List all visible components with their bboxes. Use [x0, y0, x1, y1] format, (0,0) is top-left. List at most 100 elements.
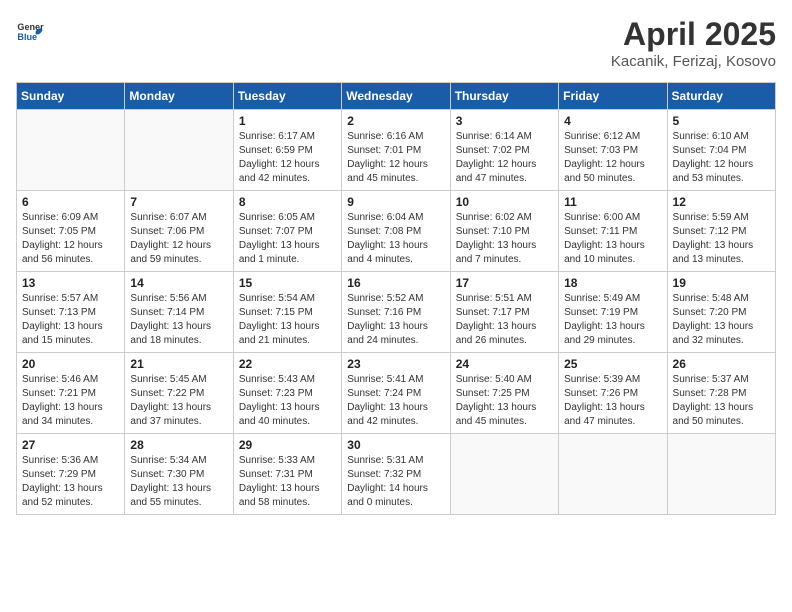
weekday-header-row: SundayMondayTuesdayWednesdayThursdayFrid…: [17, 83, 776, 110]
day-cell-20: 20Sunrise: 5:46 AM Sunset: 7:21 PM Dayli…: [17, 353, 125, 434]
day-info: Sunrise: 5:52 AM Sunset: 7:16 PM Dayligh…: [347, 292, 444, 348]
day-number: 26: [673, 357, 770, 371]
day-cell-1: 1 Sunrise: 6:17 AM Sunset: 6:59 PM Daylig…: [233, 110, 341, 191]
day-info: Sunrise: 5:45 AM Sunset: 7:22 PM Dayligh…: [130, 373, 227, 429]
week-row-4: 27 Sunrise: 5:36 AM Sunset: 7:29 PM Dayli…: [17, 434, 776, 515]
day-info: Sunrise: 5:57 AM Sunset: 7:13 PM Dayligh…: [22, 292, 119, 348]
day-number: 4: [564, 114, 661, 128]
day-cell-4: 4 Sunrise: 6:12 AM Sunset: 7:03 PM Daylig…: [559, 110, 667, 191]
day-number: 22: [239, 357, 336, 371]
day-info: Sunrise: 6:07 AM Sunset: 7:06 PM Dayligh…: [130, 211, 227, 267]
day-cell-16: 16 Sunrise: 5:52 AM Sunset: 7:16 PM Dayli…: [342, 272, 450, 353]
calendar-table: SundayMondayTuesdayWednesdayThursdayFrid…: [16, 82, 776, 515]
empty-cell: [17, 110, 125, 191]
day-number: 18: [564, 276, 661, 290]
day-number: 7: [130, 195, 227, 209]
title-location: Kacanik, Ferizaj, Kosovo: [611, 53, 776, 70]
day-info: Sunrise: 5:59 AM Sunset: 7:12 PM Dayligh…: [673, 211, 770, 267]
day-info: Sunrise: 5:49 AM Sunset: 7:19 PM Dayligh…: [564, 292, 661, 348]
day-info: Sunrise: 6:05 AM Sunset: 7:07 PM Dayligh…: [239, 211, 336, 267]
day-info: Sunrise: 5:37 AM Sunset: 7:28 PM Dayligh…: [673, 373, 770, 429]
day-info: Sunrise: 5:54 AM Sunset: 7:15 PM Dayligh…: [239, 292, 336, 348]
day-number: 14: [130, 276, 227, 290]
day-info: Sunrise: 6:00 AM Sunset: 7:11 PM Dayligh…: [564, 211, 661, 267]
day-number: 30: [347, 438, 444, 452]
day-number: 24: [456, 357, 553, 371]
day-number: 21: [130, 357, 227, 371]
title-block: April 2025 Kacanik, Ferizaj, Kosovo: [611, 16, 776, 70]
day-number: 16: [347, 276, 444, 290]
day-cell-7: 7 Sunrise: 6:07 AM Sunset: 7:06 PM Daylig…: [125, 191, 233, 272]
day-number: 5: [673, 114, 770, 128]
day-cell-8: 8 Sunrise: 6:05 AM Sunset: 7:07 PM Daylig…: [233, 191, 341, 272]
day-number: 10: [456, 195, 553, 209]
day-info: Sunrise: 5:31 AM Sunset: 7:32 PM Dayligh…: [347, 454, 444, 510]
weekday-header-saturday: Saturday: [667, 83, 775, 110]
day-cell-22: 22Sunrise: 5:43 AM Sunset: 7:23 PM Dayli…: [233, 353, 341, 434]
weekday-header-tuesday: Tuesday: [233, 83, 341, 110]
week-row-2: 13 Sunrise: 5:57 AM Sunset: 7:13 PM Dayli…: [17, 272, 776, 353]
day-number: 13: [22, 276, 119, 290]
day-cell-15: 15 Sunrise: 5:54 AM Sunset: 7:15 PM Dayli…: [233, 272, 341, 353]
day-number: 1: [239, 114, 336, 128]
day-cell-12: 12 Sunrise: 5:59 AM Sunset: 7:12 PM Dayli…: [667, 191, 775, 272]
empty-cell: [559, 434, 667, 515]
day-number: 29: [239, 438, 336, 452]
empty-cell: [125, 110, 233, 191]
day-info: Sunrise: 6:14 AM Sunset: 7:02 PM Dayligh…: [456, 130, 553, 186]
day-cell-9: 9Sunrise: 6:04 AM Sunset: 7:08 PM Daylig…: [342, 191, 450, 272]
day-info: Sunrise: 6:16 AM Sunset: 7:01 PM Dayligh…: [347, 130, 444, 186]
day-cell-26: 26 Sunrise: 5:37 AM Sunset: 7:28 PM Dayli…: [667, 353, 775, 434]
day-cell-28: 28Sunrise: 5:34 AM Sunset: 7:30 PM Dayli…: [125, 434, 233, 515]
day-number: 23: [347, 357, 444, 371]
day-info: Sunrise: 5:33 AM Sunset: 7:31 PM Dayligh…: [239, 454, 336, 510]
day-info: Sunrise: 6:12 AM Sunset: 7:03 PM Dayligh…: [564, 130, 661, 186]
day-number: 3: [456, 114, 553, 128]
day-cell-18: 18 Sunrise: 5:49 AM Sunset: 7:19 PM Dayli…: [559, 272, 667, 353]
day-cell-21: 21 Sunrise: 5:45 AM Sunset: 7:22 PM Dayli…: [125, 353, 233, 434]
day-number: 2: [347, 114, 444, 128]
day-info: Sunrise: 5:39 AM Sunset: 7:26 PM Dayligh…: [564, 373, 661, 429]
day-cell-5: 5 Sunrise: 6:10 AM Sunset: 7:04 PM Daylig…: [667, 110, 775, 191]
svg-text:Blue: Blue: [17, 32, 37, 42]
day-number: 25: [564, 357, 661, 371]
day-cell-2: 2 Sunrise: 6:16 AM Sunset: 7:01 PM Daylig…: [342, 110, 450, 191]
day-number: 17: [456, 276, 553, 290]
day-info: Sunrise: 5:48 AM Sunset: 7:20 PM Dayligh…: [673, 292, 770, 348]
empty-cell: [450, 434, 558, 515]
title-month: April 2025: [611, 16, 776, 53]
day-number: 6: [22, 195, 119, 209]
day-info: Sunrise: 5:56 AM Sunset: 7:14 PM Dayligh…: [130, 292, 227, 348]
day-cell-19: 19 Sunrise: 5:48 AM Sunset: 7:20 PM Dayli…: [667, 272, 775, 353]
logo: General Blue: [16, 16, 44, 44]
day-cell-14: 14 Sunrise: 5:56 AM Sunset: 7:14 PM Dayli…: [125, 272, 233, 353]
weekday-header-thursday: Thursday: [450, 83, 558, 110]
day-info: Sunrise: 6:17 AM Sunset: 6:59 PM Dayligh…: [239, 130, 336, 186]
empty-cell: [667, 434, 775, 515]
day-cell-25: 25 Sunrise: 5:39 AM Sunset: 7:26 PM Dayli…: [559, 353, 667, 434]
page-header: General Blue April 2025 Kacanik, Ferizaj…: [16, 16, 776, 70]
day-number: 19: [673, 276, 770, 290]
day-info: Sunrise: 5:51 AM Sunset: 7:17 PM Dayligh…: [456, 292, 553, 348]
day-info: Sunrise: 6:04 AM Sunset: 7:08 PM Dayligh…: [347, 211, 444, 267]
day-cell-11: 11 Sunrise: 6:00 AM Sunset: 7:11 PM Dayli…: [559, 191, 667, 272]
weekday-header-sunday: Sunday: [17, 83, 125, 110]
day-cell-13: 13 Sunrise: 5:57 AM Sunset: 7:13 PM Dayli…: [17, 272, 125, 353]
day-number: 12: [673, 195, 770, 209]
day-info: Sunrise: 5:46 AM Sunset: 7:21 PM Dayligh…: [22, 373, 119, 429]
weekday-header-wednesday: Wednesday: [342, 83, 450, 110]
day-number: 28: [130, 438, 227, 452]
day-info: Sunrise: 6:02 AM Sunset: 7:10 PM Dayligh…: [456, 211, 553, 267]
day-number: 8: [239, 195, 336, 209]
day-info: Sunrise: 5:40 AM Sunset: 7:25 PM Dayligh…: [456, 373, 553, 429]
day-cell-6: 6Sunrise: 6:09 AM Sunset: 7:05 PM Daylig…: [17, 191, 125, 272]
day-cell-3: 3 Sunrise: 6:14 AM Sunset: 7:02 PM Daylig…: [450, 110, 558, 191]
day-number: 15: [239, 276, 336, 290]
day-info: Sunrise: 5:36 AM Sunset: 7:29 PM Dayligh…: [22, 454, 119, 510]
day-number: 11: [564, 195, 661, 209]
day-cell-30: 30 Sunrise: 5:31 AM Sunset: 7:32 PM Dayli…: [342, 434, 450, 515]
day-info: Sunrise: 6:10 AM Sunset: 7:04 PM Dayligh…: [673, 130, 770, 186]
weekday-header-monday: Monday: [125, 83, 233, 110]
day-number: 27: [22, 438, 119, 452]
day-cell-27: 27 Sunrise: 5:36 AM Sunset: 7:29 PM Dayli…: [17, 434, 125, 515]
